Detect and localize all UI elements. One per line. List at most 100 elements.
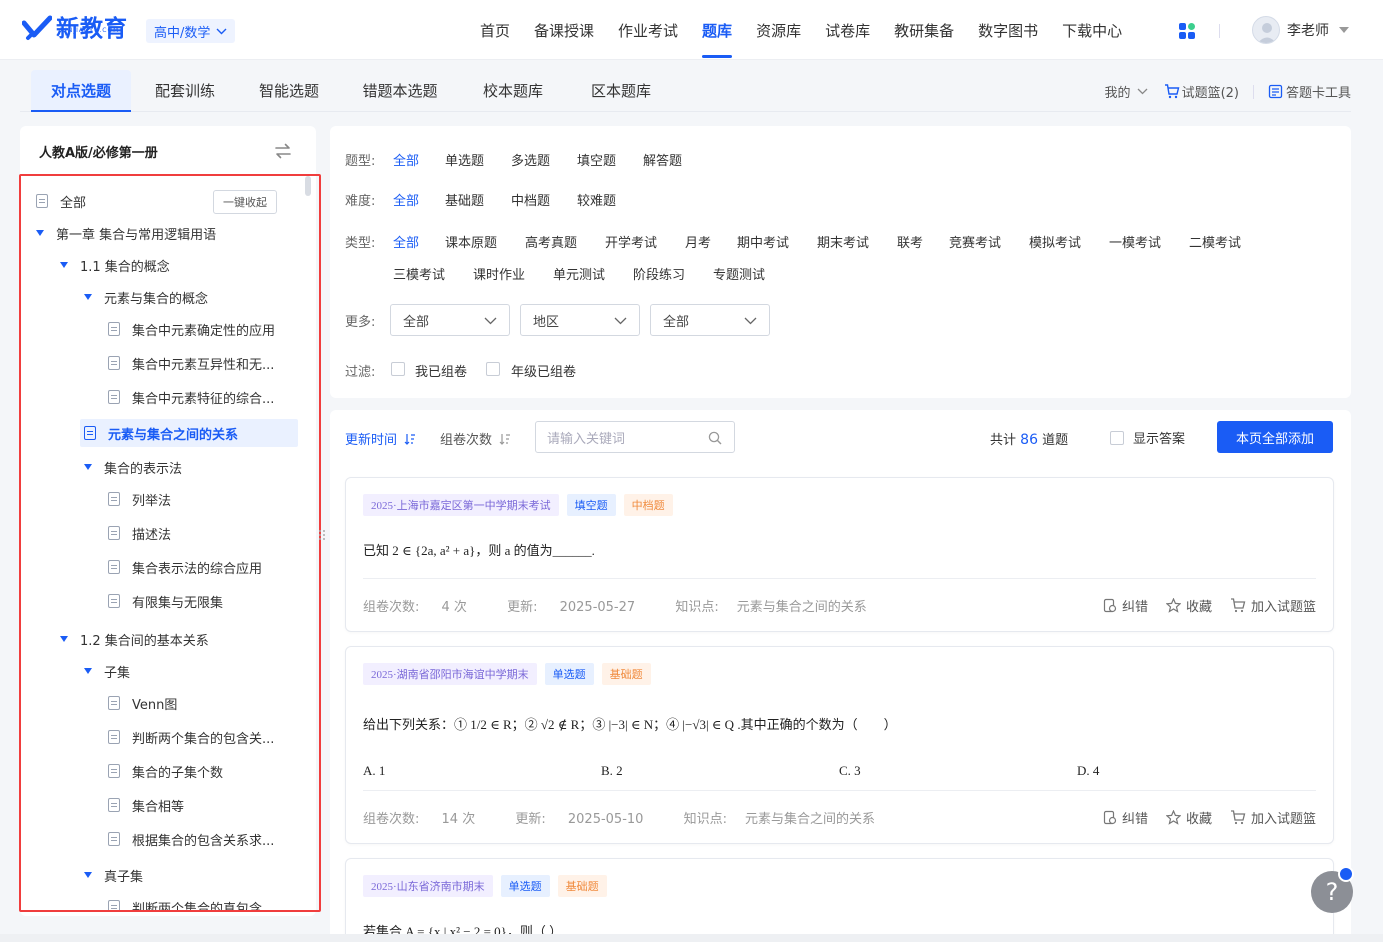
caret-down-icon[interactable]: [60, 262, 68, 268]
nav-homework-exam[interactable]: 作业考试: [606, 0, 690, 60]
year-select[interactable]: 全部: [650, 304, 770, 336]
caret-down-icon[interactable]: [60, 636, 68, 642]
tree-node-expandable[interactable]: 1.2 集合间的基本关系: [60, 625, 209, 653]
caret-down-icon[interactable]: [84, 668, 92, 674]
filter-option[interactable]: 模拟考试: [1029, 232, 1081, 251]
tree-node-all[interactable]: 全部: [36, 187, 86, 215]
filter-option[interactable]: 期末考试: [817, 232, 869, 251]
user-menu[interactable]: 李老师: [1252, 16, 1349, 44]
filter-option[interactable]: 单元测试: [553, 264, 605, 283]
question-basket-button[interactable]: 试题篮(2): [1164, 82, 1239, 101]
option-a[interactable]: A. 1: [363, 763, 385, 779]
mine-dropdown[interactable]: 我的: [1105, 82, 1148, 101]
tree-node[interactable]: 集合中元素特征的综合...: [108, 383, 274, 411]
filter-option[interactable]: 高考真题: [525, 232, 577, 251]
question-stem[interactable]: 给出下列关系：① 1/2 ∈ R；② √2 ∉ R；③ |−3| ∈ N；④ |…: [363, 714, 897, 733]
filter-option[interactable]: 全部: [393, 232, 419, 251]
add-to-basket-button[interactable]: 加入试题篮: [1230, 596, 1316, 615]
show-answer-toggle[interactable]: 显示答案: [1110, 428, 1185, 447]
tree-node-expandable[interactable]: 1.1 集合的概念: [60, 251, 170, 279]
tree-node-expandable[interactable]: 第一章 集合与常用逻辑用语: [36, 219, 216, 247]
tree-node[interactable]: 集合的子集个数: [108, 757, 223, 785]
tab-mistake-book[interactable]: 错题本选题: [350, 70, 450, 110]
nav-paper-library[interactable]: 试卷库: [813, 0, 882, 60]
checkbox-my-papers[interactable]: [391, 362, 405, 376]
option-d[interactable]: D. 4: [1077, 763, 1099, 779]
tree-node[interactable]: 有限集与无限集: [108, 587, 223, 615]
caret-down-icon[interactable]: [84, 294, 92, 300]
grade-select[interactable]: 全部: [390, 304, 510, 336]
tree-node-expandable[interactable]: 子集: [84, 657, 130, 685]
collapse-all-button[interactable]: 一键收起: [213, 190, 277, 214]
filter-option[interactable]: 较难题: [577, 190, 616, 209]
tree-node[interactable]: 集合表示法的综合应用: [108, 553, 262, 581]
tab-targeted-selection[interactable]: 对点选题: [31, 70, 131, 112]
filter-option[interactable]: 月考: [685, 232, 711, 251]
tree-node[interactable]: 描述法: [108, 519, 171, 547]
filter-option[interactable]: 竞赛考试: [949, 232, 1001, 251]
option-b[interactable]: B. 2: [601, 763, 623, 779]
apps-grid-icon[interactable]: [1178, 22, 1196, 40]
tree-scrollbar[interactable]: [305, 176, 311, 196]
filter-option[interactable]: 期中考试: [737, 232, 789, 251]
filter-option[interactable]: 三模考试: [393, 264, 445, 283]
tree-node[interactable]: 判断两个集合的包含关...: [108, 723, 274, 751]
nav-research[interactable]: 教研集备: [882, 0, 966, 60]
report-error-button[interactable]: 纠错: [1103, 808, 1148, 827]
resize-handle-icon[interactable]: [317, 527, 327, 543]
sort-by-update-time[interactable]: 更新时间: [345, 429, 416, 448]
filter-option[interactable]: 一模考试: [1109, 232, 1161, 251]
filter-option[interactable]: 全部: [393, 150, 419, 169]
report-error-button[interactable]: 纠错: [1103, 596, 1148, 615]
tree-node[interactable]: 根据集合的包含关系求...: [108, 825, 274, 853]
caret-down-icon[interactable]: [84, 872, 92, 878]
filter-option[interactable]: 多选题: [511, 150, 550, 169]
question-stem[interactable]: 已知 2 ∈ {2a, a² + a}，则 a 的值为______.: [363, 540, 595, 559]
caret-down-icon[interactable]: [84, 464, 92, 470]
favorite-button[interactable]: 收藏: [1165, 808, 1212, 827]
add-all-button[interactable]: 本页全部添加: [1217, 421, 1333, 453]
show-answer-checkbox[interactable]: [1110, 430, 1124, 445]
swap-icon[interactable]: [274, 143, 292, 159]
tree-node[interactable]: 集合相等: [108, 791, 184, 819]
tree-node[interactable]: 列举法: [108, 485, 171, 513]
subject-selector[interactable]: 高中/数学: [146, 19, 236, 43]
favorite-button[interactable]: 收藏: [1165, 596, 1212, 615]
filter-option[interactable]: 解答题: [643, 150, 682, 169]
checkbox-grade-papers[interactable]: [486, 362, 500, 376]
tree-node[interactable]: Venn图: [108, 689, 177, 717]
tree-node[interactable]: 集合中元素确定性的应用: [108, 315, 275, 343]
tree-node[interactable]: 元素与集合之间的关系: [80, 419, 298, 447]
filter-option[interactable]: 专题测试: [713, 264, 765, 283]
filter-option[interactable]: 全部: [393, 190, 419, 209]
tree-node-expandable[interactable]: 集合的表示法: [84, 453, 182, 481]
filter-option[interactable]: 填空题: [577, 150, 616, 169]
filter-option[interactable]: 课时作业: [473, 264, 525, 283]
filter-option[interactable]: 二模考试: [1189, 232, 1241, 251]
tree-node[interactable]: 集合中元素互异性和无...: [108, 349, 274, 377]
tab-school-bank[interactable]: 校本题库: [468, 70, 558, 110]
answer-card-tool-button[interactable]: 答题卡工具: [1268, 82, 1351, 101]
tree-node[interactable]: 判断两个集合的真包含...: [108, 893, 274, 910]
nav-home[interactable]: 首页: [468, 0, 522, 60]
nav-downloads[interactable]: 下载中心: [1050, 0, 1134, 60]
keyword-search-input[interactable]: 请输入关键词: [535, 421, 735, 453]
tree-node-expandable[interactable]: 元素与集合的概念: [84, 283, 208, 311]
filter-option[interactable]: 单选题: [445, 150, 484, 169]
region-select[interactable]: 地区: [520, 304, 640, 336]
filter-option[interactable]: 阶段练习: [633, 264, 685, 283]
filter-option[interactable]: 联考: [897, 232, 923, 251]
nav-resources[interactable]: 资源库: [744, 0, 813, 60]
filter-option[interactable]: 基础题: [445, 190, 484, 209]
sort-by-paper-count[interactable]: 组卷次数: [440, 429, 511, 448]
filter-option[interactable]: 课本原题: [445, 232, 497, 251]
option-c[interactable]: C. 3: [839, 763, 861, 779]
tab-matching-training[interactable]: 配套训练: [140, 70, 230, 110]
caret-down-icon[interactable]: [36, 230, 44, 236]
tab-smart-selection[interactable]: 智能选题: [244, 70, 334, 110]
nav-question-bank[interactable]: 题库: [690, 0, 744, 60]
search-icon[interactable]: [708, 431, 722, 445]
add-to-basket-button[interactable]: 加入试题篮: [1230, 808, 1316, 827]
tab-district-bank[interactable]: 区本题库: [576, 70, 666, 110]
filter-option[interactable]: 开学考试: [605, 232, 657, 251]
